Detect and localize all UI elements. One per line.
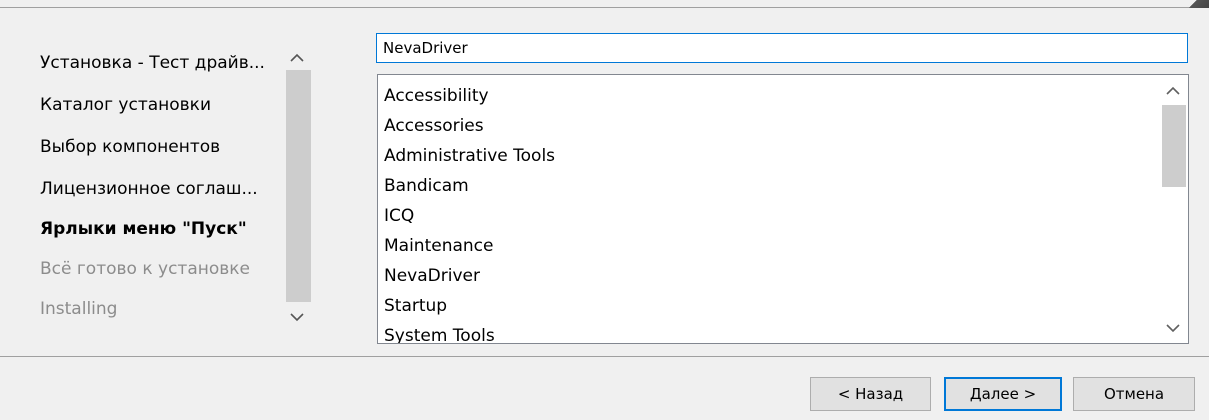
wizard-step-installing: Installing (40, 299, 118, 319)
list-item[interactable]: NevaDriver (384, 263, 555, 293)
list-item[interactable]: Accessibility (384, 83, 555, 113)
next-button[interactable]: Далее > (944, 377, 1062, 411)
list-item[interactable]: Administrative Tools (384, 143, 555, 173)
back-button[interactable]: < Назад (810, 377, 931, 411)
wizard-step-components: Выбор компонентов (40, 137, 221, 157)
start-menu-folder-list[interactable]: Accessibility Accessories Administrative… (377, 74, 1189, 344)
start-menu-folder-input[interactable] (376, 33, 1188, 63)
chevron-down-icon[interactable] (1158, 316, 1188, 340)
bottom-divider (0, 356, 1209, 357)
list-scroll-thumb[interactable] (1162, 105, 1186, 187)
list-item[interactable]: Startup (384, 293, 555, 323)
wizard-step-license: Лицензионное соглаш... (40, 179, 258, 199)
wizard-step-ready: Всё готово к установке (40, 259, 250, 279)
chevron-up-icon[interactable] (1158, 78, 1188, 102)
list-item[interactable]: System Tools (384, 323, 555, 343)
list-item[interactable]: Maintenance (384, 233, 555, 263)
cancel-button[interactable]: Отмена (1073, 377, 1195, 411)
app-logo-icon (1183, 0, 1209, 8)
list-item[interactable]: Bandicam (384, 173, 555, 203)
list-item[interactable]: Accessories (384, 113, 555, 143)
list-scrollbar[interactable] (1158, 75, 1188, 343)
list-item[interactable]: ICQ (384, 203, 555, 233)
wizard-step-start-menu: Ярлыки меню "Пуск" (40, 219, 247, 239)
wizard-step-setup: Установка - Тест драйв... (40, 53, 265, 73)
chevron-down-icon[interactable] (283, 305, 311, 329)
top-divider (0, 7, 1209, 8)
wizard-step-install-dir: Каталог установки (40, 95, 211, 115)
steps-scroll-thumb[interactable] (286, 70, 311, 302)
chevron-up-icon[interactable] (283, 45, 311, 69)
steps-scrollbar[interactable] (283, 40, 311, 333)
